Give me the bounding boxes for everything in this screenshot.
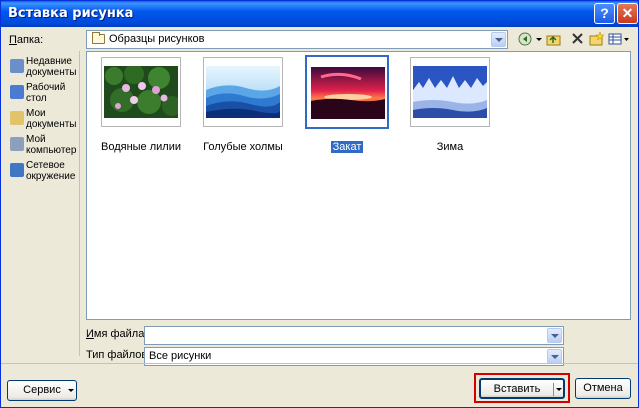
divider	[1, 363, 638, 364]
up-folder-button[interactable]	[545, 32, 561, 48]
split-divider	[553, 383, 554, 396]
place-label: Мои документы	[26, 108, 77, 130]
filetype-label: Тип файлов:	[86, 349, 151, 361]
back-dropdown[interactable]	[535, 32, 543, 48]
up-folder-icon	[546, 35, 560, 46]
cancel-button[interactable]: Отмена	[575, 378, 631, 399]
file-thumbnail-water-lilies[interactable]	[101, 57, 181, 127]
desktop-icon	[10, 85, 24, 99]
place-network[interactable]: Сетевое окружение	[7, 159, 80, 195]
title-bar[interactable]: Вставка рисунка ? ✕	[1, 1, 638, 27]
back-button[interactable]	[517, 32, 533, 48]
delete-icon	[571, 33, 583, 44]
insert-picture-dialog: Вставка рисунка ? ✕ Папка: Образцы рисун…	[0, 0, 639, 408]
folder-combo[interactable]: Образцы рисунков	[86, 30, 508, 49]
window-title: Вставка рисунка	[8, 6, 134, 21]
recent-documents-icon	[10, 59, 24, 73]
place-label: Сетевое окружение	[26, 160, 76, 182]
places-bar: Недавние документы Рабочий стол Мои докумен…	[5, 51, 80, 356]
chevron-down-icon[interactable]	[556, 388, 562, 391]
views-icon	[608, 33, 629, 45]
file-list[interactable]: Водяные лилии Голубые холмы Закат Зима	[86, 51, 631, 320]
back-icon	[518, 32, 532, 46]
chevron-down-icon[interactable]	[491, 32, 506, 47]
folder-icon	[92, 32, 105, 44]
place-label: Мой компьютер	[26, 134, 77, 156]
file-thumbnail-winter[interactable]	[410, 57, 490, 127]
chevron-down-icon	[68, 389, 74, 392]
tools-button-label: Сервис	[23, 384, 61, 396]
my-computer-icon	[10, 137, 24, 151]
tools-button[interactable]: Сервис	[7, 380, 77, 401]
new-folder-icon	[589, 31, 605, 46]
chevron-down-icon[interactable]	[547, 328, 562, 343]
file-thumbnail-sunset[interactable]	[305, 55, 389, 129]
delete-button[interactable]	[569, 32, 585, 48]
blue-hills-image	[206, 66, 280, 118]
file-thumbnail-blue-hills[interactable]	[203, 57, 283, 127]
filename-input[interactable]	[144, 326, 564, 345]
filename-label: Имя файла:	[86, 328, 148, 340]
close-button[interactable]: ✕	[617, 3, 638, 24]
file-caption[interactable]: Водяные лилии	[91, 141, 191, 153]
new-folder-button[interactable]	[588, 31, 605, 48]
help-button[interactable]: ?	[594, 3, 615, 24]
chevron-down-icon	[535, 38, 542, 41]
file-caption[interactable]: Закат	[297, 141, 397, 153]
insert-button-label: Вставить	[493, 383, 541, 395]
place-label: Недавние документы	[26, 56, 77, 78]
place-label: Рабочий стол	[26, 82, 66, 104]
views-button[interactable]	[607, 32, 631, 48]
filetype-value: Все рисунки	[149, 350, 212, 362]
file-caption[interactable]: Голубые холмы	[193, 141, 293, 153]
sunset-image	[311, 67, 385, 119]
insert-button[interactable]: Вставить	[479, 378, 565, 399]
folder-label: Папка:	[9, 34, 44, 46]
water-lilies-image	[104, 66, 178, 118]
chevron-down-icon[interactable]	[547, 349, 562, 364]
network-icon	[10, 163, 24, 177]
folder-combo-value: Образцы рисунков	[109, 33, 205, 45]
file-caption[interactable]: Зима	[400, 141, 500, 153]
winter-image	[413, 66, 487, 118]
my-documents-icon	[10, 111, 24, 125]
